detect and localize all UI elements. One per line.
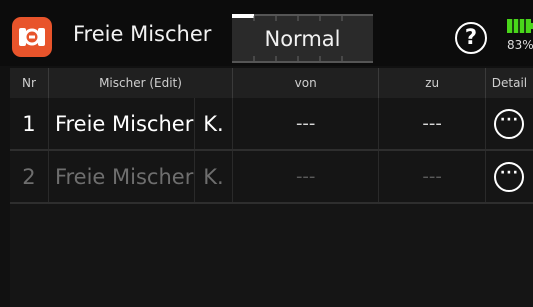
flight-mode-selector[interactable]: Normal: [232, 14, 373, 63]
mixer-table: Nr Mischer (Edit) von zu Detail 1 Freie …: [10, 68, 533, 204]
flight-mode-label: Normal: [264, 27, 341, 51]
empty-list-area: [10, 204, 533, 307]
col-header-von: von: [232, 68, 380, 98]
table-header-row: Nr Mischer (Edit) von zu Detail: [10, 68, 533, 98]
zu-value[interactable]: ---: [378, 150, 486, 204]
screen: Freie Mischer Normal ? 83% Nr Mischer (E…: [0, 0, 533, 307]
battery-icon: [507, 19, 533, 33]
col-header-detail: Detail: [485, 68, 533, 98]
col-header-zu: zu: [378, 68, 486, 98]
detail-cell: ···: [485, 150, 533, 204]
page-title: Freie Mischer: [73, 22, 212, 46]
detail-more-icon[interactable]: ···: [494, 108, 525, 139]
von-value[interactable]: ---: [232, 98, 380, 151]
mixer-name[interactable]: Freie Mischer: [48, 150, 195, 204]
mixer-icon[interactable]: [12, 17, 52, 57]
mode-scale-bottom: [253, 56, 343, 61]
von-value[interactable]: ---: [232, 150, 380, 204]
mixer-type[interactable]: K.: [194, 98, 234, 151]
table-row[interactable]: 2 Freie Mischer K. --- --- ···: [10, 150, 533, 204]
zu-value[interactable]: ---: [378, 98, 486, 151]
detail-more-icon[interactable]: ···: [494, 161, 525, 192]
col-header-nr: Nr: [10, 68, 49, 98]
row-number: 2: [10, 150, 49, 204]
row-number: 1: [10, 98, 49, 151]
mode-scale-top: [253, 16, 343, 21]
help-icon[interactable]: ?: [455, 22, 487, 54]
table-row[interactable]: 1 Freie Mischer K. --- --- ···: [10, 98, 533, 151]
detail-cell: ···: [485, 98, 533, 151]
col-header-mixer: Mischer (Edit): [48, 68, 234, 98]
battery-percent: 83%: [507, 38, 533, 52]
mixer-type[interactable]: K.: [194, 150, 234, 204]
header-bar: Freie Mischer Normal ? 83%: [0, 0, 533, 66]
mixer-name[interactable]: Freie Mischer: [48, 98, 195, 151]
